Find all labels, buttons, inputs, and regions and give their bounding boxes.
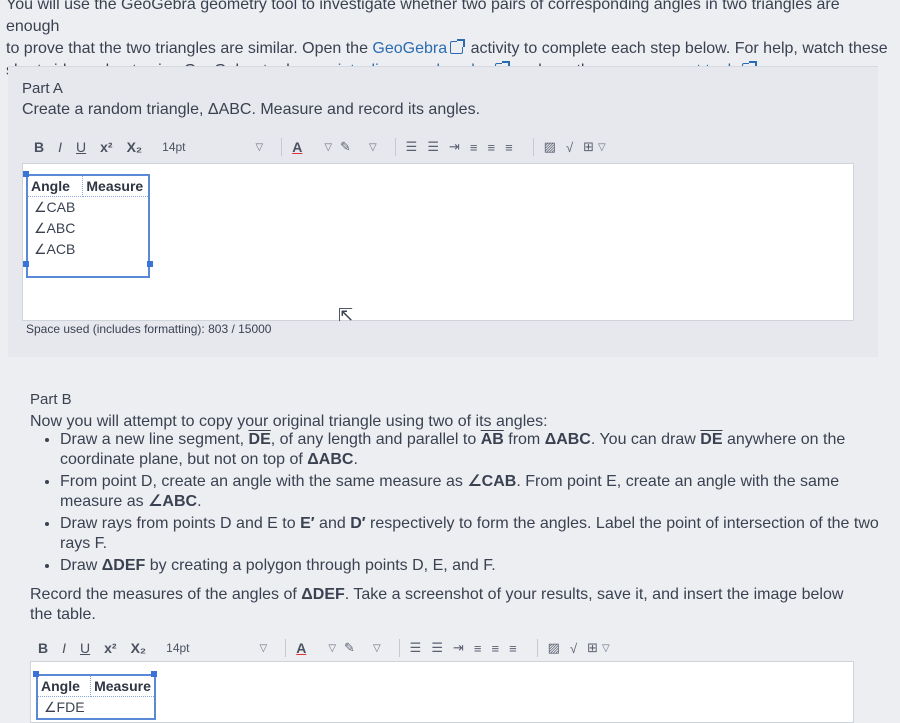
list-item: Draw a new line segment, DE, of any leng… [60, 430, 890, 470]
font-size-select[interactable]: 14pt [162, 140, 185, 154]
space-used-counter: Space used (includes formatting): 803 / … [26, 322, 272, 336]
align-right-icon[interactable]: ≡ [505, 140, 513, 155]
table-row[interactable]: ∠ABC [27, 218, 149, 239]
table-header-angle: Angle [36, 674, 92, 697]
underline-button[interactable]: U [76, 139, 86, 155]
align-left-icon[interactable]: ≡ [470, 140, 478, 155]
underline-button[interactable]: U [80, 640, 90, 656]
equation-icon[interactable]: √ [566, 140, 573, 155]
chevron-down-icon[interactable]: ▽ [260, 643, 268, 654]
part-b-steps: Draw a new line segment, DE, of any leng… [30, 430, 890, 578]
indent-icon[interactable]: ⇥ [449, 139, 460, 155]
resize-handle[interactable] [147, 261, 153, 267]
part-b-intro: Now you will attempt to copy your origin… [30, 413, 548, 430]
part-a-angle-table[interactable]: Angle Measure ∠CAB ∠ABC ∠ACB [23, 171, 153, 278]
editor-toolbar-part-a: B I U x² X₂ 14pt ▽ A ▽ ✎ ▽ ☰ ☰ ⇥ ≡ ≡ ≡ ▨… [34, 134, 614, 160]
bold-button[interactable]: B [34, 139, 44, 155]
chevron-down-icon[interactable]: ▽ [373, 643, 381, 654]
list-item: Draw rays from points D and E to E′ and … [60, 514, 890, 554]
resize-handle[interactable] [151, 671, 157, 677]
intro-line-2a: to prove that the two triangles are simi… [6, 40, 373, 57]
part-a-description: Create a random triangle, ΔABC. Measure … [22, 101, 481, 118]
highlight-icon[interactable]: ✎ [344, 640, 355, 656]
mouse-pointer-icon: ⇱ [338, 305, 354, 325]
table-header-measure: Measure [82, 174, 150, 197]
table-icon[interactable]: ⊞ [587, 640, 598, 656]
bullet-list-icon[interactable]: ☰ [406, 139, 418, 155]
table-row[interactable]: ∠FDE [37, 697, 155, 720]
superscript-button[interactable]: x² [100, 139, 112, 155]
chevron-down-icon[interactable]: ▽ [369, 142, 377, 153]
resize-handle[interactable] [33, 671, 39, 677]
text-color-button[interactable]: A [292, 139, 302, 155]
part-b-angle-table[interactable]: Angle Measure ∠FDE [33, 671, 157, 720]
chevron-down-icon[interactable]: ▽ [324, 142, 332, 153]
align-center-icon[interactable]: ≡ [491, 641, 499, 656]
chevron-down-icon[interactable]: ▽ [598, 142, 606, 153]
subscript-button[interactable]: X₂ [127, 139, 143, 155]
external-link-icon [450, 39, 466, 54]
intro-line-1: You will use the GeoGebra geometry tool … [6, 0, 840, 35]
italic-button[interactable]: I [62, 640, 66, 656]
table-icon[interactable]: ⊞ [583, 139, 594, 155]
resize-handle[interactable] [23, 171, 29, 177]
italic-button[interactable]: I [58, 139, 62, 155]
align-right-icon[interactable]: ≡ [509, 641, 517, 656]
table-row[interactable]: ∠ACB [27, 239, 149, 260]
indent-icon[interactable]: ⇥ [453, 640, 464, 656]
list-item: From point D, create an angle with the s… [60, 472, 890, 512]
chevron-down-icon[interactable]: ▽ [328, 643, 336, 654]
chevron-down-icon[interactable]: ▽ [602, 643, 610, 654]
align-center-icon[interactable]: ≡ [487, 140, 495, 155]
part-a-title: Part A [22, 80, 63, 97]
list-item: Draw ΔDEF by creating a polygon through … [60, 556, 890, 576]
insert-image-icon[interactable]: ▨ [548, 640, 560, 656]
intro-line-2b: activity to complete each step below. Fo… [466, 40, 888, 57]
resize-handle[interactable] [23, 261, 29, 267]
equation-icon[interactable]: √ [570, 641, 577, 656]
record-instructions: Record the measures of the angles of ΔDE… [30, 586, 844, 623]
text-color-button[interactable]: A [296, 640, 306, 656]
highlight-icon[interactable]: ✎ [340, 139, 351, 155]
table-header-angle: Angle [26, 174, 84, 197]
superscript-button[interactable]: x² [104, 640, 116, 656]
bullet-list-icon[interactable]: ☰ [410, 640, 422, 656]
font-size-select[interactable]: 14pt [166, 641, 189, 655]
bold-button[interactable]: B [38, 640, 48, 656]
chevron-down-icon[interactable]: ▽ [256, 142, 264, 153]
part-b-title: Part B [30, 391, 72, 408]
geogebra-link[interactable]: GeoGebra [372, 40, 447, 57]
numbered-list-icon[interactable]: ☰ [427, 139, 439, 155]
table-row[interactable]: ∠CAB [27, 197, 149, 219]
table-header-measure: Measure [90, 674, 156, 697]
align-left-icon[interactable]: ≡ [474, 641, 482, 656]
editor-toolbar-part-b: B I U x² X₂ 14pt ▽ A ▽ ✎ ▽ ☰ ☰ ⇥ ≡ ≡ ≡ ▨… [38, 635, 618, 661]
insert-image-icon[interactable]: ▨ [544, 139, 556, 155]
subscript-button[interactable]: X₂ [131, 640, 147, 656]
numbered-list-icon[interactable]: ☰ [431, 640, 443, 656]
